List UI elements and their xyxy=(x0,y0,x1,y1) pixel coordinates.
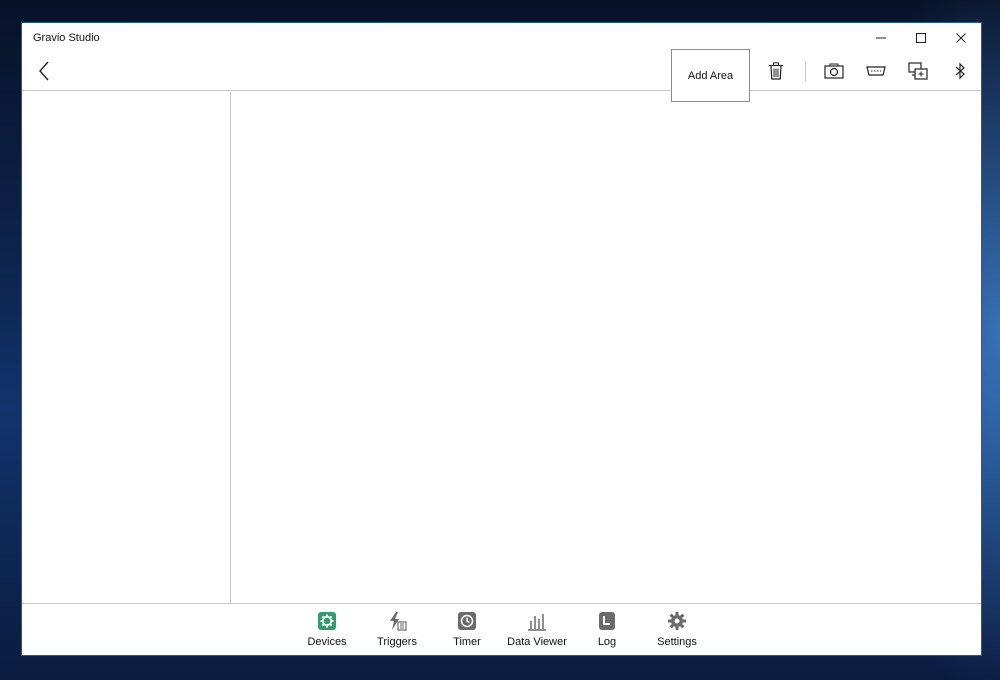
serial-port-button[interactable] xyxy=(864,59,888,83)
nav-label-timer: Timer xyxy=(453,636,481,648)
minimize-button[interactable] xyxy=(863,27,899,49)
add-device-icon xyxy=(908,62,928,80)
maximize-button[interactable] xyxy=(903,27,939,49)
app-window: Gravio Studio Add Area Devices Triggers … xyxy=(21,22,982,656)
area-list-pane[interactable] xyxy=(22,92,231,604)
log-icon xyxy=(599,612,615,630)
serial-port-icon xyxy=(866,66,886,76)
bluetooth-button[interactable] xyxy=(948,59,972,83)
nav-item-log[interactable]: Log xyxy=(574,610,640,652)
add-area-tooltip: Add Area xyxy=(671,49,750,102)
nav-label-triggers: Triggers xyxy=(377,636,417,648)
nav-label-settings: Settings xyxy=(657,636,697,648)
bottom-navigation: Devices Triggers Timer Data Viewer Log S… xyxy=(22,603,981,655)
device-content-pane[interactable] xyxy=(232,92,981,604)
title-bar[interactable]: Gravio Studio xyxy=(22,23,981,51)
maximize-icon xyxy=(916,33,926,43)
camera-icon xyxy=(824,63,844,79)
window-title: Gravio Studio xyxy=(33,32,100,44)
triggers-icon xyxy=(390,612,407,631)
camera-button[interactable] xyxy=(822,59,846,83)
timer-icon xyxy=(458,612,476,630)
nav-label-data-viewer: Data Viewer xyxy=(507,636,567,648)
nav-item-settings[interactable]: Settings xyxy=(644,610,710,652)
bluetooth-icon xyxy=(955,62,965,80)
toolbar xyxy=(22,51,981,91)
delete-button[interactable] xyxy=(764,59,788,83)
add-device-button[interactable] xyxy=(906,59,930,83)
settings-icon xyxy=(668,612,686,630)
toolbar-separator xyxy=(805,61,806,81)
close-button[interactable] xyxy=(943,27,979,49)
data-viewer-icon xyxy=(528,614,546,631)
nav-item-data-viewer[interactable]: Data Viewer xyxy=(504,610,570,652)
nav-item-triggers[interactable]: Triggers xyxy=(364,610,430,652)
nav-label-devices: Devices xyxy=(307,636,347,648)
nav-item-devices[interactable]: Devices xyxy=(294,610,360,652)
devices-icon xyxy=(318,612,336,630)
trash-icon xyxy=(769,62,783,80)
back-button[interactable] xyxy=(34,57,54,85)
nav-label-log: Log xyxy=(597,636,617,648)
minimize-icon xyxy=(876,37,886,39)
close-icon xyxy=(956,33,966,43)
chevron-left-icon xyxy=(39,61,49,81)
nav-item-timer[interactable]: Timer xyxy=(434,610,500,652)
